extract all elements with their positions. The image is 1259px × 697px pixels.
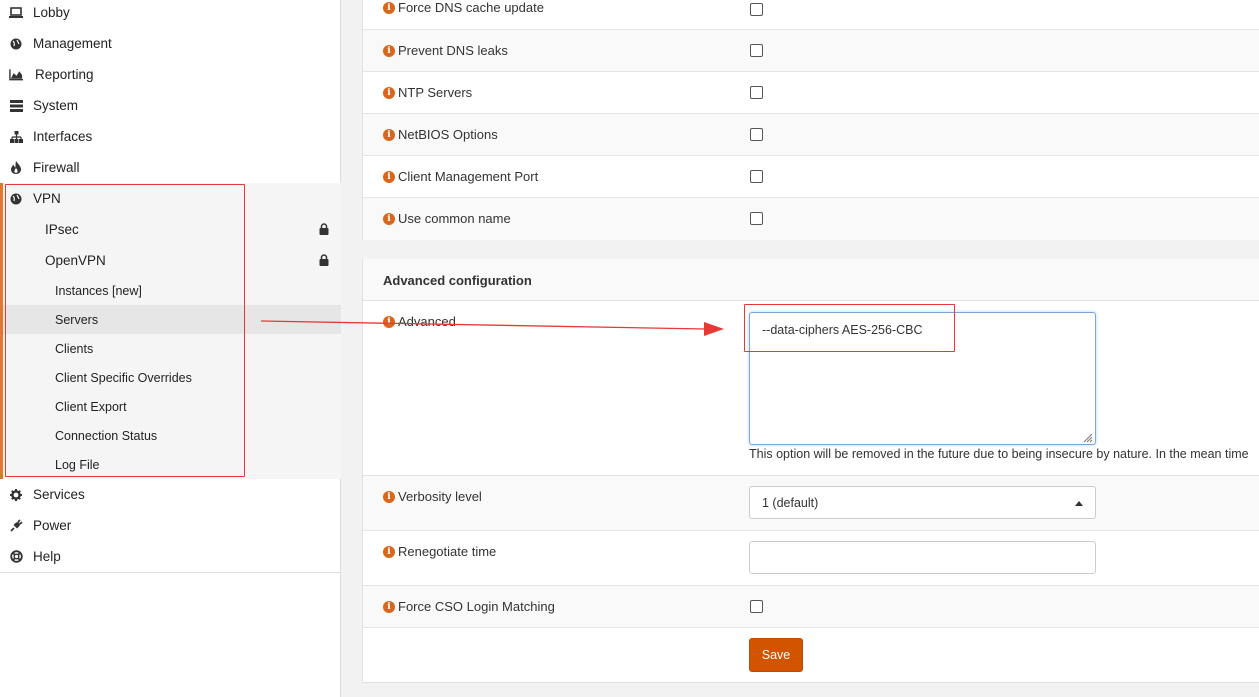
annotation-arrow-icon [260,320,724,336]
